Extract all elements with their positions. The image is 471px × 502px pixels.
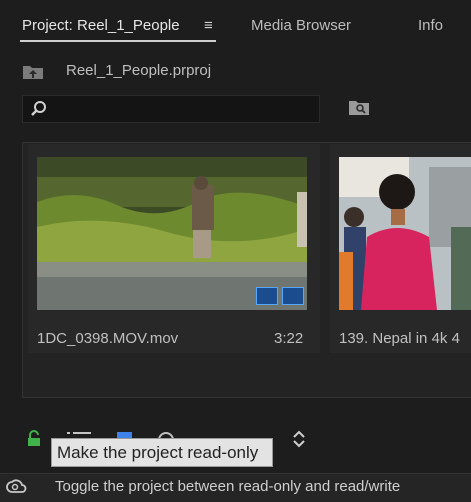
tab-project[interactable]: Project: Reel_1_People	[22, 17, 180, 34]
tab-media-browser[interactable]: Media Browser	[251, 17, 351, 34]
clip-name: 139. Nepal in 4k 4	[339, 330, 460, 347]
panel-menu-icon[interactable]: ≡	[204, 17, 213, 34]
tab-info[interactable]: Info	[418, 17, 443, 34]
find-bin-icon[interactable]	[348, 98, 370, 116]
sort-icon[interactable]	[291, 430, 307, 448]
clip-thumbnail[interactable]	[339, 157, 471, 310]
active-tab-underline	[20, 40, 216, 42]
lock-icon[interactable]	[26, 430, 42, 446]
video-badge-icon	[256, 287, 278, 305]
creative-cloud-icon[interactable]	[6, 477, 28, 497]
audio-badge-icon	[282, 287, 304, 305]
folder-up-icon[interactable]	[22, 62, 44, 80]
status-text: Toggle the project between read-only and…	[55, 478, 401, 495]
search-icon	[31, 101, 46, 116]
clip-duration: 3:22	[274, 330, 304, 347]
project-file-name: Reel_1_People.prproj	[66, 62, 212, 79]
clip-name: 1DC_0398.MOV.mov	[37, 330, 179, 347]
tooltip: Make the project read-only	[51, 438, 273, 467]
search-input[interactable]	[22, 95, 320, 123]
